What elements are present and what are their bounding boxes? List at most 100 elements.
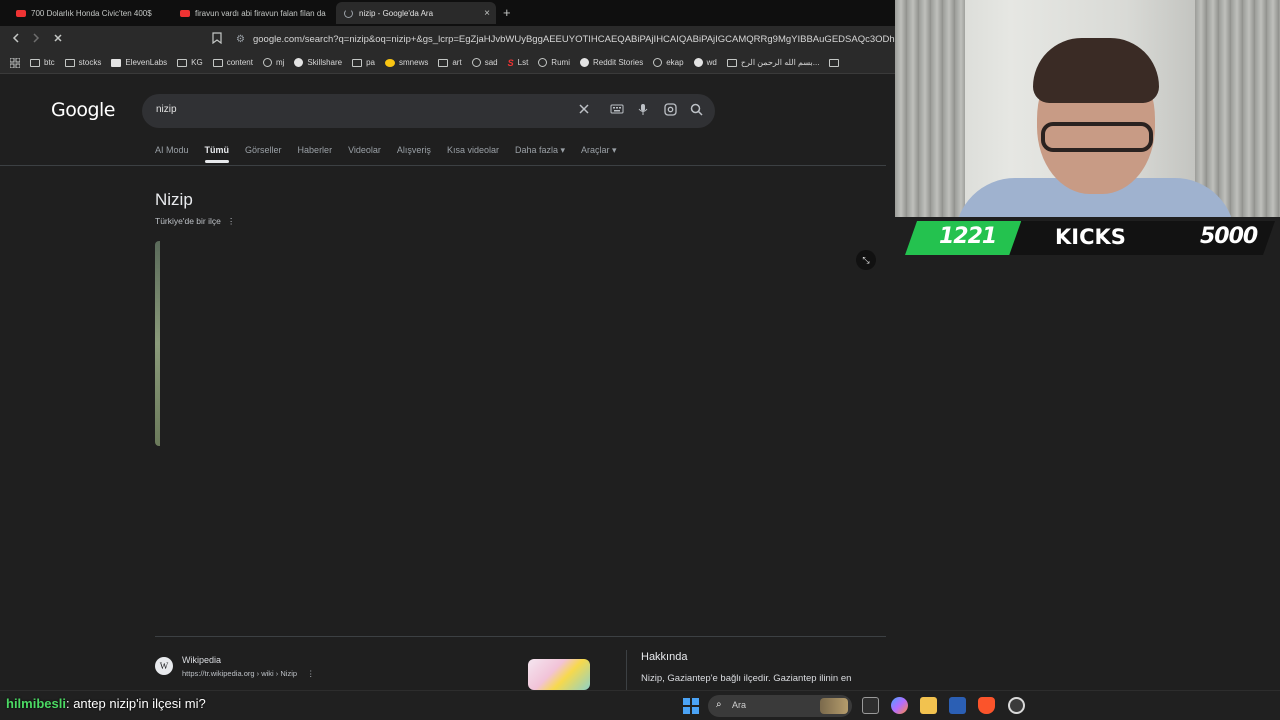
tab-label: nizip - Google'da Ara [359,8,434,18]
bookmark-ekap[interactable]: ekap [653,58,684,67]
lens-icon[interactable] [664,103,677,119]
scrollbar[interactable] [886,75,895,690]
site-settings-icon[interactable]: ⚙ [236,34,245,45]
copilot-icon[interactable] [891,697,908,714]
chat-username: hilmibesli [6,696,66,711]
bookmark-icon[interactable] [212,32,222,47]
site-icon [653,58,663,67]
browser-window: 700 Dolarlık Honda Civic'ten 400$ firavu… [0,0,895,690]
chat-text: : antep nizip'in ilçesi mi? [65,696,206,711]
streamer-glasses [1041,122,1153,152]
voice-search-icon[interactable] [638,103,648,119]
folder-icon [352,58,363,67]
folder-icon [212,58,223,67]
bookmark-art[interactable]: art [438,58,462,67]
more-options-icon[interactable]: ⋮ [307,669,315,678]
brave-browser-icon[interactable] [978,697,995,714]
bookmark-bismillah[interactable]: بسم الله الرحمن الرح... [726,58,819,67]
file-explorer-icon[interactable] [920,697,937,714]
forward-button[interactable] [30,32,42,47]
bookmark-content[interactable]: content [212,58,253,67]
chat-message: hilmibesli: antep nizip'in ilçesi mi? [6,696,206,711]
snipping-tool-icon[interactable] [949,697,966,714]
result-thumbnail[interactable] [528,659,590,690]
map-thumbnail-edge [155,241,160,446]
stop-loading-button[interactable] [52,32,64,47]
search-box[interactable]: nizip [142,94,715,128]
goal-current: 1221 [939,224,997,249]
streamer-hair [1033,38,1159,103]
taskbar: hilmibesli: antep nizip'in ilçesi mi? ⌕ … [0,690,1280,720]
clear-search-icon[interactable] [578,103,590,118]
bookmark-btc[interactable]: btc [30,58,55,67]
tab-videos[interactable]: Videolar [348,145,381,156]
elevenlabs-icon [111,58,122,67]
bookmark-pa[interactable]: pa [352,58,375,67]
tab-all[interactable]: Tümü [204,145,229,163]
d-logo-icon [579,58,589,67]
search-tabs: AI Modu Tümü Görseller Haberler Videolar… [155,145,633,163]
kicks-goal-bar: 1221 KICKS 5000 [905,221,1275,255]
bookmark-kg[interactable]: KG [177,58,203,67]
site-icon [471,58,481,67]
bookmarks-overflow[interactable] [829,58,843,67]
tab-firavun[interactable]: firavun vardı abi firavun falan filan da [172,2,332,24]
tab-ai-mode[interactable]: AI Modu [155,145,189,156]
google-logo[interactable]: Google [51,99,116,121]
knowledge-panel-title: Nizip [155,190,193,209]
loading-spinner-icon [344,8,353,18]
goal-label: KICKS [1055,225,1126,249]
bookmark-skillshare[interactable]: Skillshare [294,58,342,67]
result-source-name[interactable]: Wikipedia [182,655,221,665]
bookmark-sad[interactable]: sad [471,58,498,67]
keyboard-icon[interactable] [610,103,624,118]
youtube-icon [16,9,26,17]
tab-honda-civic[interactable]: 700 Dolarlık Honda Civic'ten 400$ [8,2,168,24]
tab-images[interactable]: Görseller [245,145,282,156]
bookmark-lst[interactable]: S Lst [508,58,529,68]
search-input[interactable]: nizip [156,104,177,115]
curtain [1195,0,1280,217]
github-icon [262,58,272,67]
folder-icon [177,58,188,67]
url-bar[interactable]: ⚙ google.com/search?q=nizip&oq=nizip+&gs… [236,30,895,49]
skillshare-icon [294,58,304,67]
tab-label: 700 Dolarlık Honda Civic'ten 400$ [31,8,152,18]
tab-bar: 700 Dolarlık Honda Civic'ten 400$ firavu… [0,0,895,26]
curtain [895,0,965,217]
tab-news[interactable]: Haberler [298,145,333,156]
task-view-icon[interactable] [862,697,879,714]
close-tab-icon[interactable]: × [484,8,490,19]
map-image-carousel[interactable] [155,241,888,446]
more-options-icon[interactable]: ⋮ [227,216,236,226]
document-icon [726,58,737,67]
windows-start-icon[interactable] [683,698,699,714]
bookmark-stocks[interactable]: stocks [64,58,101,67]
bookmark-rumi[interactable]: Rumi [538,58,570,67]
collapse-icon[interactable]: ⤡ [856,250,876,270]
screen: 700 Dolarlık Honda Civic'ten 400$ firavu… [0,0,1280,720]
tab-google-search[interactable]: nizip - Google'da Ara × [336,2,496,24]
result-source-url[interactable]: https://tr.wikipedia.org › wiki › Nizip ⋮ [182,669,315,678]
tab-short-videos[interactable]: Kısa videolar [447,145,499,156]
folder-icon [64,58,75,67]
bookmark-wd[interactable]: wd [693,58,717,67]
new-tab-button[interactable]: + [503,5,511,20]
obs-icon[interactable] [1008,697,1025,714]
taskbar-search[interactable]: ⌕ Ara [708,695,852,717]
search-icon[interactable] [690,103,703,119]
address-bar-row: ⚙ google.com/search?q=nizip&oq=nizip+&gs… [0,26,895,52]
tab-shopping[interactable]: Alışveriş [397,145,431,156]
folder-icon [438,58,449,67]
wd-logo-icon [693,58,703,67]
bookmark-smnews[interactable]: smnews [385,58,428,67]
back-button[interactable] [10,32,22,47]
tab-tools[interactable]: Araçlar ▾ [581,145,617,156]
bookmark-elevenlabs[interactable]: ElevenLabs [111,58,167,67]
tab-more[interactable]: Daha fazla ▾ [515,145,565,156]
folder-icon [30,58,40,67]
tabs-divider [0,165,895,166]
bookmark-mj[interactable]: mj [262,58,284,67]
bookmark-reddit-stories[interactable]: Reddit Stories [579,58,643,67]
apps-icon[interactable] [10,57,20,68]
